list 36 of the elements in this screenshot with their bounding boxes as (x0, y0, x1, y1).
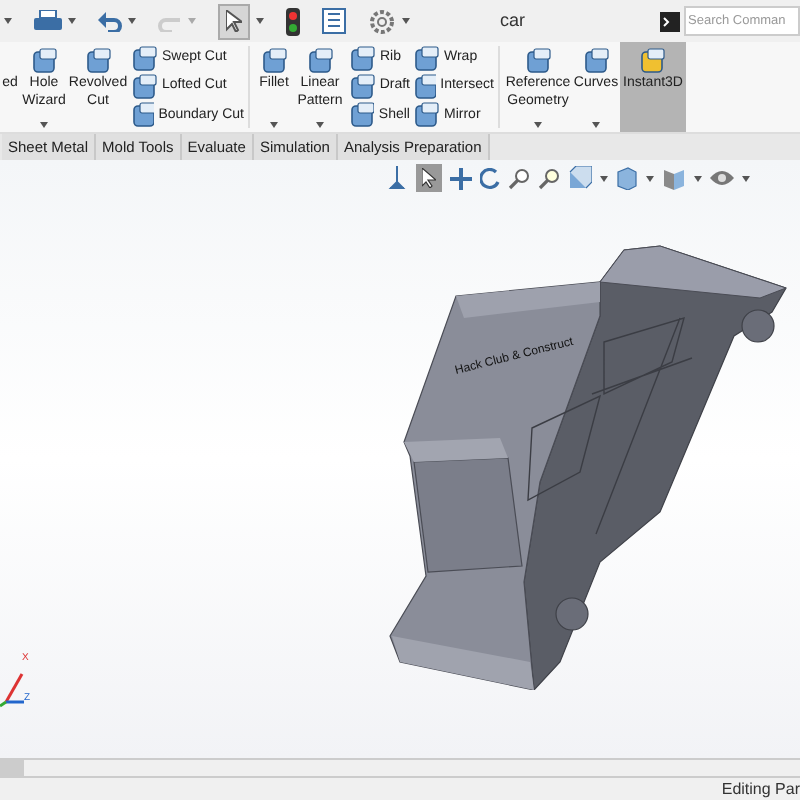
caret-icon[interactable] (270, 122, 278, 128)
select-button[interactable] (218, 3, 250, 39)
undo-icon[interactable] (98, 11, 122, 31)
print-icon[interactable] (34, 9, 62, 33)
select-button[interactable] (416, 164, 442, 192)
caret-icon[interactable] (4, 18, 12, 24)
status-text: Editing Par (721, 777, 800, 800)
caret-icon[interactable] (128, 18, 136, 24)
settings-icon[interactable] (368, 7, 396, 35)
cube-icon[interactable] (616, 166, 638, 190)
view-orientation-icon[interactable] (386, 166, 408, 190)
caret-icon[interactable] (256, 18, 264, 24)
display-style-icon[interactable] (662, 166, 686, 190)
rotate-icon[interactable] (480, 167, 500, 189)
window-title: car (498, 7, 528, 34)
list-icon[interactable] (322, 8, 346, 34)
caret-icon[interactable] (402, 18, 410, 24)
scrollbar-thumb[interactable] (0, 760, 24, 776)
section-view-icon[interactable] (568, 166, 592, 190)
caret-icon[interactable] (68, 18, 76, 24)
caret-icon[interactable] (316, 122, 324, 128)
cursor-icon (422, 168, 436, 188)
caret-icon[interactable] (742, 175, 750, 181)
caret-icon[interactable] (694, 175, 702, 181)
pan-icon[interactable] (450, 167, 472, 189)
caret-icon[interactable] (646, 175, 654, 181)
zoom-area-icon[interactable] (538, 167, 560, 189)
eye-icon[interactable] (710, 168, 734, 188)
caret-icon[interactable] (40, 122, 48, 128)
traffic-light-icon[interactable] (286, 7, 300, 35)
caret-icon[interactable] (592, 122, 600, 128)
zoom-icon[interactable] (508, 167, 530, 189)
terminal-icon (660, 11, 680, 31)
caret-icon[interactable] (534, 122, 542, 128)
cursor-icon (226, 10, 242, 32)
caret-icon[interactable] (600, 175, 608, 181)
